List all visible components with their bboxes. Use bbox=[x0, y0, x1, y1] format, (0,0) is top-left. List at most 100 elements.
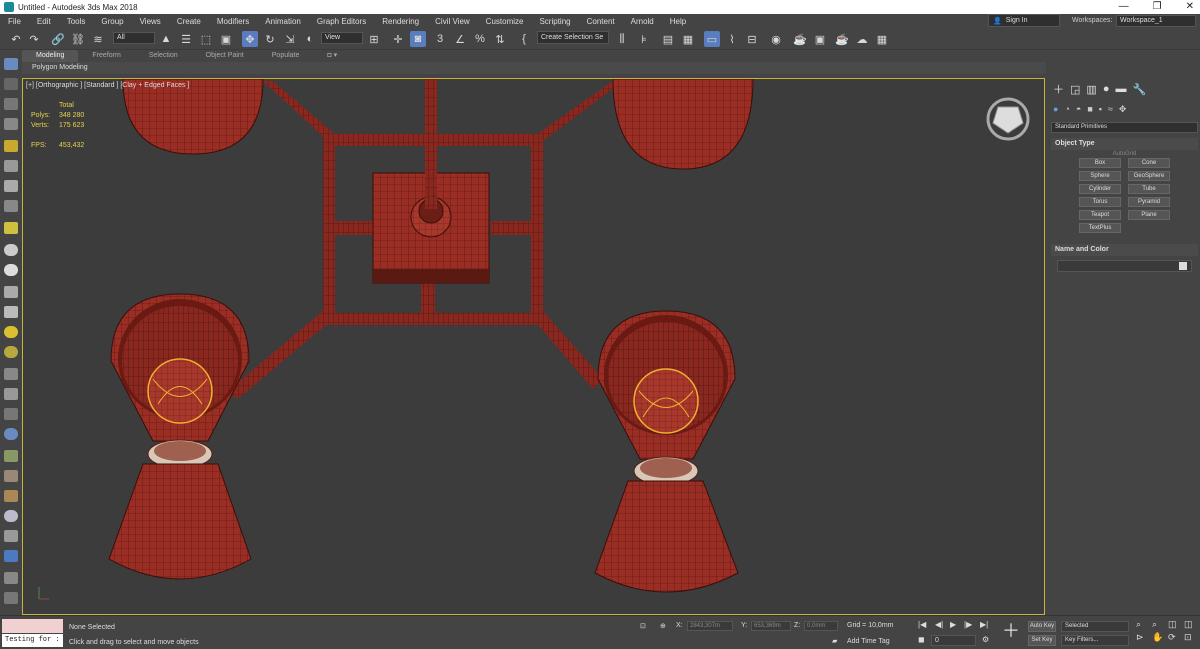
viewcube-icon[interactable] bbox=[986, 97, 1030, 141]
cameras-icon[interactable]: ■ bbox=[1087, 104, 1092, 114]
tab-object-paint[interactable]: Object Paint bbox=[192, 50, 258, 62]
modify-tab-icon[interactable]: ◲ bbox=[1070, 83, 1080, 96]
bind-space-warp-icon[interactable]: ≋ bbox=[90, 31, 106, 47]
window-crossing-icon[interactable]: ▣ bbox=[218, 31, 234, 47]
viewport-label[interactable]: [+] [Orthographic ] [Standard ] [Clay + … bbox=[26, 82, 189, 89]
play-icon[interactable]: ▶ bbox=[950, 620, 956, 629]
select-by-name-icon[interactable]: ☰ bbox=[178, 31, 194, 47]
close-button[interactable]: ✕ bbox=[1186, 0, 1194, 14]
menu-rendering[interactable]: Rendering bbox=[374, 17, 427, 26]
geosphere-icon[interactable] bbox=[4, 346, 18, 358]
render-in-cloud-icon[interactable]: ☁ bbox=[854, 31, 870, 47]
align-icon[interactable]: ⊧ bbox=[636, 31, 652, 47]
menu-graph-editors[interactable]: Graph Editors bbox=[309, 17, 374, 26]
set-key-button[interactable]: Set Key bbox=[1028, 635, 1056, 646]
plane-button[interactable]: Plane bbox=[1128, 210, 1170, 220]
brush-icon[interactable] bbox=[4, 388, 18, 400]
y-coordinate-field[interactable]: 653,369m bbox=[751, 621, 791, 631]
menu-file[interactable]: File bbox=[0, 17, 29, 26]
systems-icon[interactable]: ✥ bbox=[1119, 104, 1127, 115]
absolute-transform-icon[interactable]: ⊕ bbox=[660, 622, 666, 630]
primitive-category-select[interactable]: Standard Primitives bbox=[1051, 122, 1198, 133]
zoom-extents-icon[interactable]: ◫ bbox=[1168, 619, 1182, 630]
pivot-center-icon[interactable]: ⊞ bbox=[366, 31, 382, 47]
place-icon[interactable]: ◐ bbox=[302, 31, 318, 47]
snaps-toggle-icon[interactable]: 3 bbox=[432, 31, 448, 47]
utilities-icon[interactable] bbox=[4, 550, 18, 562]
menu-edit[interactable]: Edit bbox=[29, 17, 59, 26]
ribbon-toggle-icon[interactable]: ▭ bbox=[704, 31, 720, 47]
helper-icon[interactable] bbox=[4, 180, 18, 192]
time-configuration-icon[interactable]: ⚙ bbox=[982, 635, 989, 644]
z-coordinate-field[interactable]: 0,0mm bbox=[804, 621, 838, 631]
tab-selection[interactable]: Selection bbox=[135, 50, 192, 62]
tab-freeform[interactable]: Freeform bbox=[78, 50, 134, 62]
pan-icon[interactable]: ✋ bbox=[1152, 632, 1166, 643]
sphere-button[interactable]: Sphere bbox=[1079, 171, 1121, 181]
tree-icon[interactable] bbox=[4, 408, 18, 420]
key-mode-select[interactable]: Selected bbox=[1061, 621, 1129, 632]
mirror-icon[interactable]: ⫼ bbox=[614, 31, 630, 47]
menu-customize[interactable]: Customize bbox=[478, 17, 532, 26]
teapot-button[interactable]: Teapot bbox=[1079, 210, 1121, 220]
material-ball-icon[interactable] bbox=[4, 510, 18, 522]
maxscript-listener-output[interactable] bbox=[2, 619, 63, 633]
spacewarp-icon[interactable] bbox=[4, 200, 18, 212]
tab-populate[interactable]: Populate bbox=[258, 50, 314, 62]
reference-coordinate-select[interactable]: View bbox=[321, 32, 363, 44]
settings-icon[interactable] bbox=[4, 592, 18, 604]
create-tab-icon[interactable]: ＋ bbox=[1053, 81, 1064, 97]
menu-tools[interactable]: Tools bbox=[59, 17, 94, 26]
previous-frame-icon[interactable]: ◀| bbox=[935, 620, 943, 629]
sphere-icon[interactable] bbox=[4, 244, 18, 256]
pyramid-button[interactable]: Pyramid bbox=[1128, 197, 1170, 207]
zoom-all-icon[interactable]: ⌕ bbox=[1152, 619, 1166, 630]
tube-button[interactable]: Tube bbox=[1128, 184, 1170, 194]
menu-civil-view[interactable]: Civil View bbox=[427, 17, 478, 26]
ribbon-options-icon[interactable]: ◘ ▾ bbox=[313, 50, 351, 62]
menu-arnold[interactable]: Arnold bbox=[623, 17, 662, 26]
angle-snap-icon[interactable]: ∠ bbox=[452, 31, 468, 47]
camera-icon[interactable] bbox=[4, 160, 18, 172]
add-time-tag-button[interactable]: Add Time Tag bbox=[847, 638, 890, 645]
menu-content[interactable]: Content bbox=[579, 17, 623, 26]
a360-gallery-icon[interactable]: ▦ bbox=[874, 31, 890, 47]
hierarchy-tab-icon[interactable]: ▥ bbox=[1086, 83, 1096, 96]
scene-states-icon[interactable] bbox=[4, 572, 18, 584]
menu-modifiers[interactable]: Modifiers bbox=[209, 17, 257, 26]
maximize-viewport-icon[interactable]: ⊡ bbox=[1184, 632, 1198, 643]
tab-modeling[interactable]: Modeling bbox=[22, 50, 79, 62]
go-to-end-icon[interactable]: ▶| bbox=[980, 620, 988, 629]
cylinder-button[interactable]: Cylinder bbox=[1079, 184, 1121, 194]
rendered-frame-window-icon[interactable]: ▣ bbox=[812, 31, 828, 47]
door-icon[interactable] bbox=[4, 490, 18, 502]
zoom-extents-all-icon[interactable]: ◫ bbox=[1184, 619, 1198, 630]
maximize-button[interactable]: ❐ bbox=[1153, 0, 1162, 14]
menu-create[interactable]: Create bbox=[169, 17, 209, 26]
display-panel-icon[interactable] bbox=[4, 530, 18, 542]
viewport-orthographic[interactable]: [+] [Orthographic ] [Standard ] [Clay + … bbox=[22, 78, 1045, 615]
curve-editor-icon[interactable]: ⌇ bbox=[724, 31, 740, 47]
layer-icon[interactable] bbox=[4, 78, 18, 90]
select-manipulate-icon[interactable]: ✛ bbox=[390, 31, 406, 47]
select-rotate-icon[interactable]: ↻ bbox=[262, 31, 278, 47]
display-tab-icon[interactable]: ▬ bbox=[1115, 83, 1126, 95]
utilities-tab-icon[interactable]: 🔧 bbox=[1132, 83, 1146, 96]
menu-group[interactable]: Group bbox=[93, 17, 131, 26]
keyboard-shortcut-toggle-icon[interactable]: ◙ bbox=[410, 31, 426, 47]
cylinder-icon[interactable] bbox=[4, 264, 18, 276]
go-to-start-icon[interactable]: |◀ bbox=[918, 620, 926, 629]
unlink-icon[interactable]: ⛓ bbox=[70, 31, 86, 47]
layer-explorer-icon[interactable]: ▦ bbox=[680, 31, 696, 47]
undo-icon[interactable]: ↶ bbox=[8, 31, 24, 47]
torus-icon[interactable] bbox=[4, 286, 18, 298]
key-filters-button[interactable]: Key Filters... bbox=[1061, 635, 1129, 646]
object-color-swatch[interactable] bbox=[1179, 262, 1187, 270]
field-of-view-icon[interactable]: ⊳ bbox=[1136, 632, 1150, 643]
isolate-selection-icon[interactable]: ⊡ bbox=[640, 622, 646, 630]
lights-icon[interactable]: ◓ bbox=[1076, 104, 1081, 114]
zoom-icon[interactable]: ⌕ bbox=[1136, 619, 1150, 630]
schematic-view-icon[interactable]: ⊟ bbox=[744, 31, 760, 47]
key-mode-toggle-icon[interactable]: ◼ bbox=[918, 635, 925, 644]
box-icon[interactable] bbox=[4, 222, 18, 234]
